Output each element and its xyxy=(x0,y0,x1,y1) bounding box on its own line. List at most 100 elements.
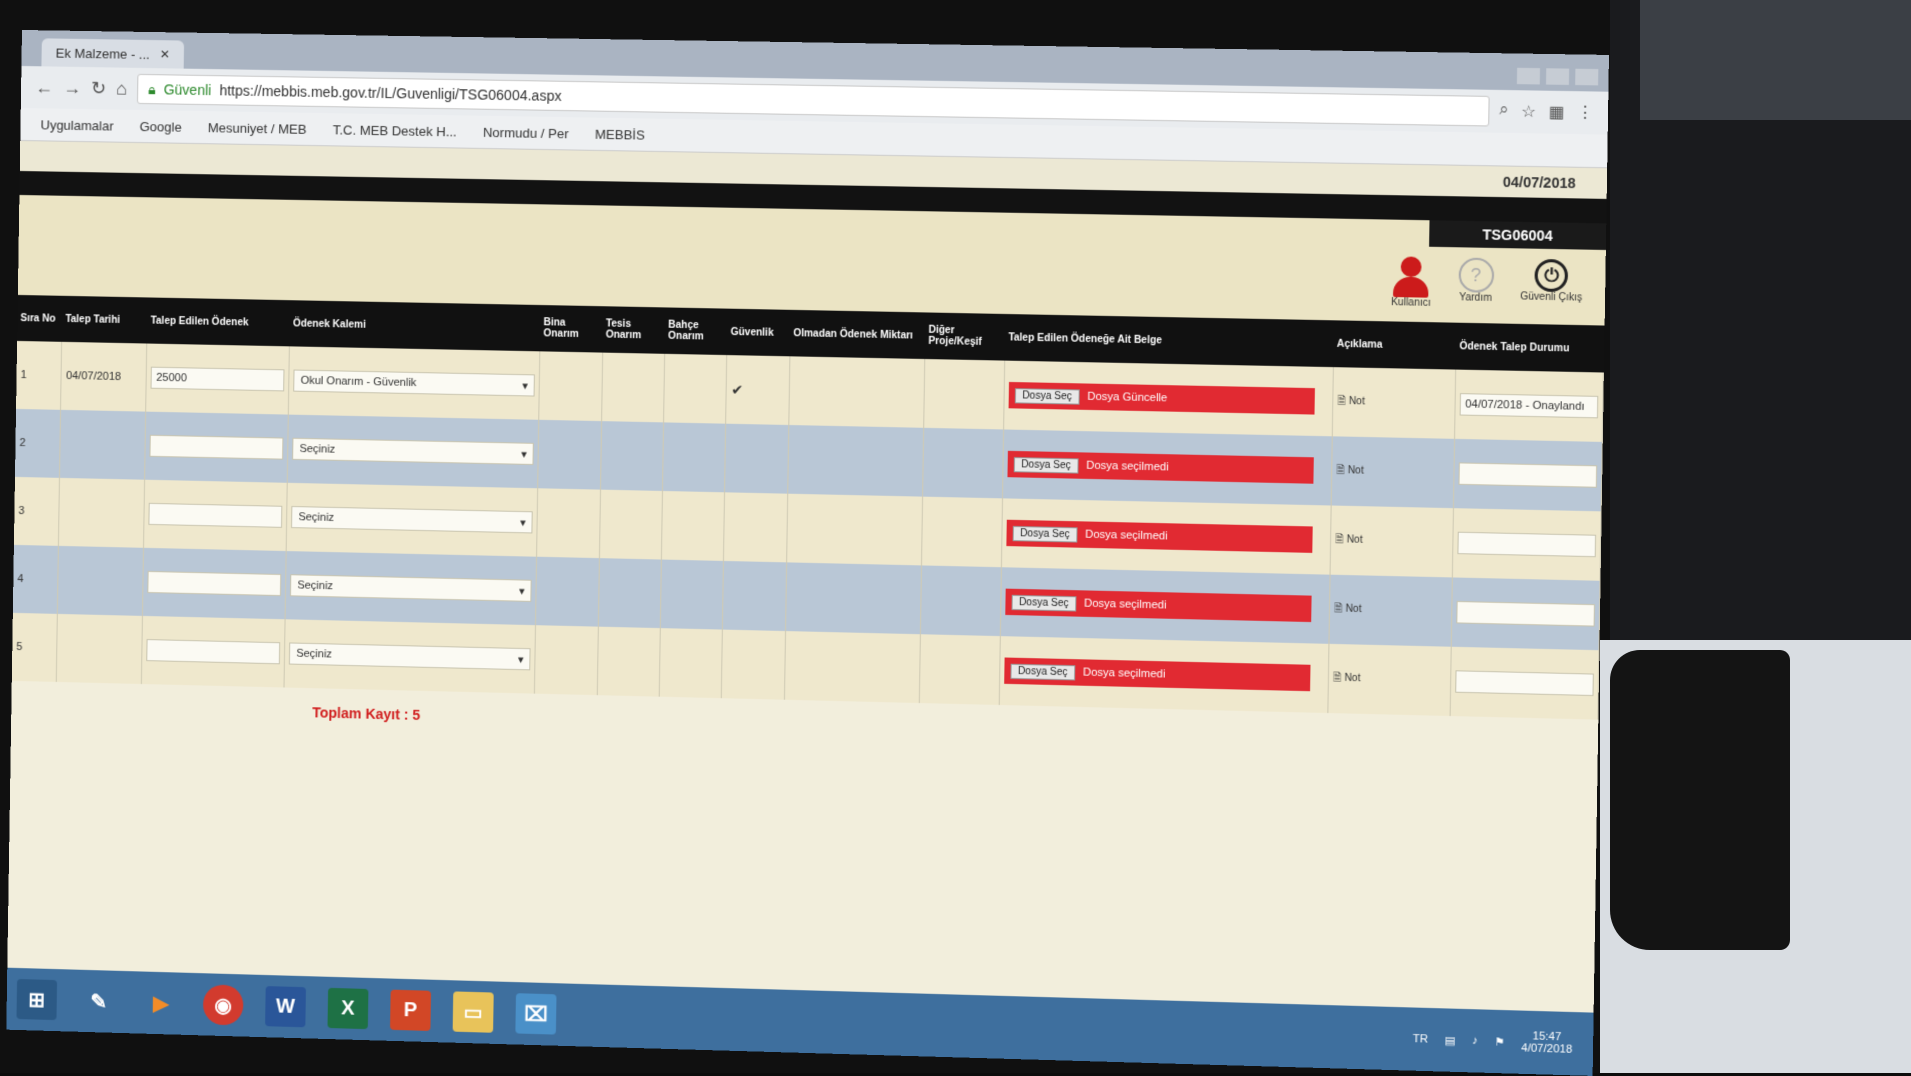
chevron-down-icon: ▾ xyxy=(520,516,526,529)
power-icon: ⏻ xyxy=(1535,259,1569,292)
amount-input[interactable] xyxy=(148,571,282,596)
column-header: Talep Tarihi xyxy=(62,296,148,344)
item-select-value: Seçiniz xyxy=(298,511,334,524)
row-number: 4 xyxy=(13,545,59,614)
chevron-down-icon: ▾ xyxy=(519,584,525,597)
clock-date: 4/07/2018 xyxy=(1521,1042,1572,1056)
bookmark-item[interactable]: T.C. MEB Destek H... xyxy=(333,122,457,139)
excel-icon[interactable]: X xyxy=(327,988,368,1029)
desk-shelf xyxy=(1640,0,1911,120)
status-input[interactable] xyxy=(1455,670,1594,696)
minimize-button[interactable] xyxy=(1517,68,1540,85)
amount-input[interactable]: 25000 xyxy=(151,367,285,392)
file-status: Dosya seçilmedi xyxy=(1086,460,1169,474)
column-header: Talep Edilen Ödeneğe Ait Belge xyxy=(1005,314,1334,367)
status-input[interactable] xyxy=(1458,532,1597,558)
chrome-icon[interactable]: ◉ xyxy=(203,984,244,1025)
item-select[interactable]: Seçiniz ▾ xyxy=(290,574,532,602)
column-header: Talep Edilen Ödenek xyxy=(147,297,290,346)
folder-icon[interactable]: ▭ xyxy=(453,991,494,1032)
user-id: TSG06004 xyxy=(1429,220,1606,250)
zoom-icon[interactable]: ⌕ xyxy=(1499,101,1509,122)
column-header: Ödenek Kalemi xyxy=(290,300,541,351)
home-icon[interactable]: ⌂ xyxy=(116,78,127,99)
row-date: 04/07/2018 xyxy=(61,342,147,412)
pen-icon[interactable]: ✎ xyxy=(78,981,119,1022)
item-select[interactable]: Seçiniz ▾ xyxy=(291,506,533,533)
note-label: Not xyxy=(1349,395,1365,407)
logout-button[interactable]: ⏻ Güvenli Çıkış xyxy=(1520,259,1583,304)
column-header: Bahçe Onarım xyxy=(665,307,728,355)
row-date xyxy=(59,478,145,548)
note-icon[interactable]: 🗎︎ Not xyxy=(1335,534,1362,546)
close-tab-icon[interactable]: ✕ xyxy=(160,47,170,61)
choose-file-button[interactable]: Dosya Seç xyxy=(1015,388,1079,405)
choose-file-button[interactable]: Dosya Seç xyxy=(1013,525,1077,542)
file-status: Dosya seçilmedi xyxy=(1085,529,1168,543)
bookmark-item[interactable]: MEBBİS xyxy=(595,126,645,142)
request-table: Sıra No Talep Tarihi Talep Edilen Ödenek… xyxy=(12,295,1605,720)
item-select[interactable]: Seçiniz ▾ xyxy=(289,642,531,670)
system-tray: TR ▤ ♪ ⚑ 15:47 4/07/2018 xyxy=(1413,1027,1573,1056)
app-date: 04/07/2018 xyxy=(1503,174,1576,192)
clock-time: 15:47 xyxy=(1532,1030,1561,1043)
extension-icon[interactable]: ▦ xyxy=(1548,102,1564,123)
word-icon[interactable]: W xyxy=(265,986,306,1027)
help-button[interactable]: ? Yardım xyxy=(1458,257,1494,304)
star-icon[interactable]: ☆ xyxy=(1521,102,1536,123)
flag-icon[interactable]: ⚑ xyxy=(1494,1035,1504,1049)
item-select-value: Seçiniz xyxy=(299,443,335,456)
window-controls xyxy=(1517,68,1609,92)
network-tray-icon[interactable]: ▤ xyxy=(1445,1033,1456,1047)
network-icon[interactable]: ⌧ xyxy=(515,993,556,1034)
status-input[interactable] xyxy=(1456,601,1595,627)
choose-file-button[interactable]: Dosya Seç xyxy=(1011,663,1075,680)
start-icon[interactable]: ⊞ xyxy=(16,979,57,1020)
logout-label: Güvenli Çıkış xyxy=(1520,291,1582,303)
column-header: Diğer Proje/Keşif xyxy=(925,312,1006,360)
status-input[interactable] xyxy=(1459,462,1598,487)
clock[interactable]: 15:47 4/07/2018 xyxy=(1521,1030,1572,1056)
item-select[interactable]: Seçiniz ▾ xyxy=(292,438,534,465)
browser-tab[interactable]: Ek Malzeme - ... ✕ xyxy=(41,38,184,68)
volume-icon[interactable]: ♪ xyxy=(1472,1035,1478,1047)
choose-file-button[interactable]: Dosya Seç xyxy=(1014,457,1078,474)
row-date xyxy=(58,546,144,616)
amount-input[interactable] xyxy=(150,435,284,460)
menu-icon[interactable]: ⋮ xyxy=(1577,102,1594,123)
media-icon[interactable]: ▶ xyxy=(141,983,182,1024)
bookmark-item[interactable]: Google xyxy=(139,118,181,134)
powerpoint-icon[interactable]: P xyxy=(390,990,431,1031)
url-text: https://mebbis.meb.gov.tr/IL/Guvenligi/T… xyxy=(219,82,561,104)
chevron-down-icon: ▾ xyxy=(521,447,527,460)
column-header: Olmadan Ödenek Miktarı xyxy=(790,310,926,359)
amount-input[interactable] xyxy=(149,503,283,528)
reload-icon[interactable]: ↻ xyxy=(91,78,106,99)
note-icon[interactable]: 🗎︎ Not xyxy=(1334,603,1361,615)
note-icon[interactable]: 🗎︎ Not xyxy=(1337,395,1365,407)
choose-file-button[interactable]: Dosya Seç xyxy=(1012,594,1076,611)
status-input[interactable]: 04/07/2018 - Onaylandı xyxy=(1460,393,1599,418)
bookmark-item[interactable]: Normudu / Per xyxy=(483,124,569,141)
user-button[interactable]: Kullanıcı xyxy=(1391,256,1432,309)
bookmark-item[interactable]: Uygulamalar xyxy=(40,117,113,133)
row-number: 3 xyxy=(14,477,60,546)
note-icon[interactable]: 🗎︎ Not xyxy=(1336,464,1363,476)
item-select-value: Seçiniz xyxy=(297,579,333,592)
language-icon[interactable]: TR xyxy=(1413,1033,1428,1046)
amount-input[interactable] xyxy=(147,639,281,664)
check-icon[interactable]: ✔ xyxy=(731,381,743,397)
close-window-button[interactable] xyxy=(1575,69,1598,86)
maximize-button[interactable] xyxy=(1546,68,1569,85)
item-select[interactable]: Okul Onarım - Güvenlik ▾ xyxy=(293,370,535,397)
forward-icon[interactable]: → xyxy=(63,77,81,98)
note-icon[interactable]: 🗎︎ Not xyxy=(1333,672,1360,684)
column-header: Tesis Onarım xyxy=(602,306,665,354)
bookmark-item[interactable]: Mesuniyet / MEB xyxy=(208,120,307,137)
secure-label: Güvenli xyxy=(164,81,212,98)
back-icon[interactable]: ← xyxy=(35,77,53,98)
user-icon xyxy=(1393,256,1429,297)
column-header: Sıra No xyxy=(17,295,63,342)
note-label: Not xyxy=(1345,603,1361,615)
help-label: Yardım xyxy=(1459,292,1492,304)
